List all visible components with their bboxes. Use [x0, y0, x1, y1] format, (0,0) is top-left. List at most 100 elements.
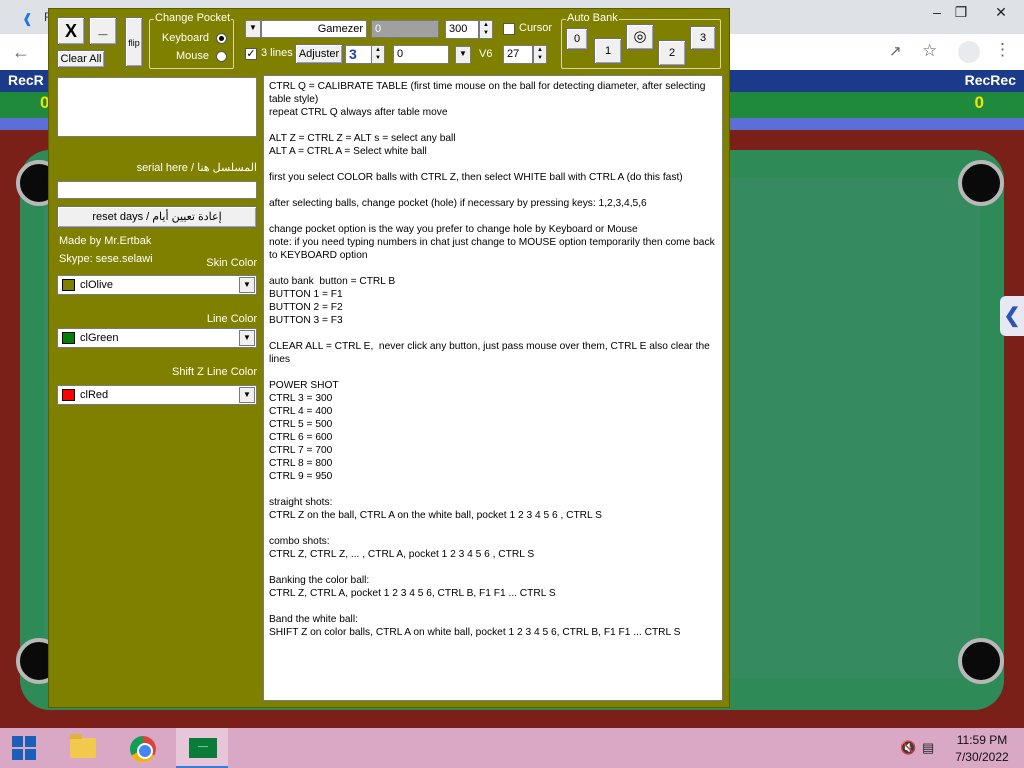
instruction-line: CLEAR ALL = CTRL E, never click any butt… [269, 341, 713, 365]
spin-27-arrows[interactable]: ▲ ▼ [533, 45, 547, 64]
volume-muted-icon[interactable]: 🔇 [900, 740, 916, 756]
instruction-line: POWER SHOT [269, 380, 339, 391]
pocket-bottom-right [958, 638, 1004, 684]
instruction-line [269, 184, 717, 197]
instruction-line: straight shots: [269, 497, 333, 508]
mouse-radio[interactable] [216, 51, 227, 62]
instruction-line: CTRL Z, CTRL Z, ... , CTRL A, pocket 1 2… [269, 549, 535, 560]
cursor-label: Cursor [519, 22, 553, 34]
minimize-button[interactable]: _ [89, 17, 117, 45]
reset-days-button[interactable]: reset days / إعادة تعيين أيام [57, 206, 257, 228]
instruction-line [269, 561, 717, 574]
value-field[interactable]: 0 [371, 20, 439, 38]
window-close-button[interactable]: ✕ [986, 2, 1016, 22]
author-credit: Made by Mr.Ertbak [59, 235, 152, 247]
instruction-line: repeat CTRL Q always after table move [269, 107, 448, 118]
instruction-line: first you select COLOR balls with CTRL Z… [269, 172, 683, 183]
shiftz-color-dropdown[interactable]: clRed ▼ [57, 385, 257, 405]
instruction-line [269, 262, 717, 275]
spin-300-field[interactable]: 300 [445, 20, 479, 39]
gamezer-dropdown[interactable]: Gamezer [261, 20, 367, 38]
v6-dropdown-arrow[interactable]: ▼ [455, 46, 471, 64]
instructions-memo[interactable]: CTRL Q = CALIBRATE TABLE (first time mou… [263, 75, 723, 701]
instruction-line: CTRL 8 = 800 [269, 458, 333, 469]
instruction-line: auto bank button = CTRL B [269, 276, 396, 287]
instruction-line: SHIFT Z on color balls, CTRL A on white … [269, 627, 681, 638]
file-explorer-icon[interactable] [56, 728, 108, 768]
star-icon[interactable]: ☆ [922, 41, 937, 61]
line-color-caption: Line Color [206, 313, 257, 325]
gamezer-dropdown-arrow[interactable]: ▼ [245, 20, 261, 38]
auto-bank-3-button[interactable]: 3 [690, 26, 716, 50]
instruction-line: after selecting balls, change pocket (ho… [269, 198, 647, 209]
kebab-menu-icon[interactable]: ⋮ [994, 40, 1011, 60]
player-right-name: RecRec [964, 72, 1016, 88]
helper-tool-window: X _ Clear All flip Change Pocket Keyboar… [48, 8, 730, 708]
player-left-name: RecR [8, 72, 44, 88]
chrome-icon[interactable] [116, 728, 168, 768]
change-pocket-group: Change Pocket Keyboard Mouse [149, 12, 234, 69]
shiftz-color-swatch [62, 389, 75, 401]
three-lines-checkbox[interactable]: ✓ [245, 48, 257, 60]
instruction-line [269, 210, 717, 223]
instruction-line: CTRL Z, CTRL A, pocket 1 2 3 4 5 6, CTRL… [269, 588, 556, 599]
instruction-line: change pocket option is the way you pref… [269, 224, 638, 235]
score-right: 0 [974, 93, 984, 112]
secondary-value-field[interactable]: 0 [393, 45, 449, 64]
instruction-line: CTRL 5 = 500 [269, 419, 333, 430]
auto-bank-2-button[interactable]: 2 [658, 40, 686, 66]
line-color-value: clGreen [80, 332, 119, 344]
chevron-down-icon[interactable]: ▼ [239, 330, 255, 346]
clock-date[interactable]: 7/30/2022 [950, 750, 1014, 764]
pocket-top-right [958, 160, 1004, 206]
side-panel-toggle-icon[interactable]: ❮ [1000, 296, 1024, 336]
saudi-flag-app-icon[interactable]: ── [176, 728, 228, 768]
chevron-down-icon[interactable]: ▼ [239, 387, 255, 403]
line-color-dropdown[interactable]: clGreen ▼ [57, 328, 257, 348]
instruction-line [269, 158, 717, 171]
adjuster-spin-arrows[interactable]: ▲ ▼ [371, 45, 385, 64]
mouse-radio-label: Mouse [175, 50, 209, 62]
spin-300-arrows[interactable]: ▲ ▼ [479, 20, 493, 39]
close-button[interactable]: X [57, 17, 85, 45]
clock-time[interactable]: 11:59 PM [950, 733, 1014, 747]
window-restore-button[interactable]: ❐ [946, 2, 976, 22]
flip-button[interactable]: flip [125, 17, 143, 67]
skin-color-caption: Skin Color [206, 257, 257, 269]
chevron-down-icon[interactable]: ▼ [239, 277, 255, 293]
instruction-line: CTRL Z on the ball, CTRL A on the white … [269, 510, 602, 521]
instruction-line [269, 522, 717, 535]
change-pocket-title: Change Pocket [154, 12, 232, 24]
instruction-line: CTRL Q = CALIBRATE TABLE (first time mou… [269, 81, 709, 105]
taskbar: ── 🔇 ▤ 11:59 PM 7/30/2022 [0, 728, 1024, 768]
auto-bank-0-button[interactable]: 0 [566, 28, 588, 50]
auto-bank-1-button[interactable]: 1 [594, 38, 622, 64]
instruction-line: note: if you need typing numbers in chat… [269, 237, 718, 261]
instruction-line: CTRL 6 = 600 [269, 432, 333, 443]
v6-label: V6 [479, 48, 493, 60]
skin-color-dropdown[interactable]: clOlive ▼ [57, 275, 257, 295]
network-icon[interactable]: ▤ [922, 740, 934, 756]
notes-memo[interactable] [57, 77, 257, 137]
instruction-line: BUTTON 1 = F1 [269, 289, 343, 300]
adjuster-button[interactable]: Adjuster [295, 44, 343, 64]
instruction-line [269, 119, 717, 132]
instruction-line: BUTTON 2 = F2 [269, 302, 343, 313]
instruction-line [269, 366, 717, 379]
windows-start-icon[interactable] [0, 728, 48, 768]
instruction-line: ALT Z = CTRL Z = ALT s = select any ball [269, 133, 456, 144]
spin-27-field[interactable]: 27 [503, 45, 533, 64]
clear-all-button[interactable]: Clear All [57, 50, 105, 68]
profile-icon[interactable] [958, 41, 980, 63]
cursor-checkbox[interactable] [503, 23, 515, 35]
skin-color-swatch [62, 279, 75, 291]
keyboard-radio[interactable] [216, 33, 227, 44]
share-icon[interactable]: ↗ [889, 42, 902, 60]
serial-input[interactable] [57, 181, 257, 199]
target-icon[interactable]: ◎ [626, 24, 654, 50]
instruction-line [269, 327, 717, 340]
instruction-line: CTRL 9 = 950 [269, 471, 333, 482]
arrow-left-icon[interactable]: ← [12, 42, 30, 63]
instruction-line: combo shots: [269, 536, 330, 547]
three-lines-label: 3 lines [261, 47, 293, 59]
